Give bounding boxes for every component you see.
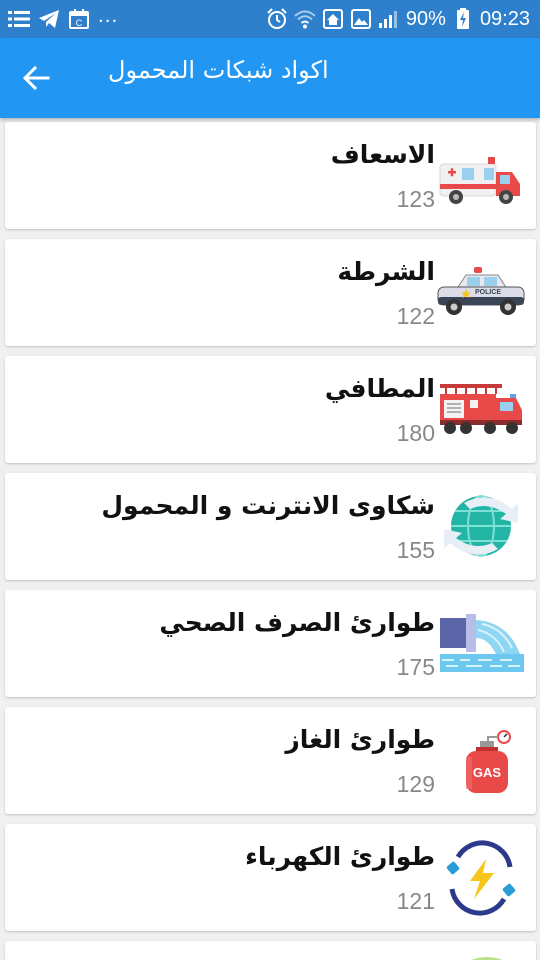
battery-charging-icon [452,8,474,30]
item-code: 180 [396,420,435,446]
app-bar: اكواد شبكات المحمول [0,38,540,118]
item-name: المطافي [324,374,435,403]
electricity-icon [446,840,516,916]
item-name: طوارئ الكهرباء [245,842,435,871]
page-title: اكواد شبكات المحمول [108,56,329,84]
menu-list-icon [8,8,30,30]
item-code: 122 [396,303,435,329]
status-bar: C ... 90% 09:23 [0,0,540,38]
item-name: الاسعاف [330,140,435,169]
police-car-icon: POLICE [437,267,525,315]
item-code: 155 [396,537,435,563]
calendar-icon: C [68,8,90,30]
gas-cylinder-icon: GAS [466,730,511,793]
list-item-partial[interactable] [5,941,536,960]
list-item-gas-emergency[interactable]: GAS طوارئ الغاز 129 [5,707,536,814]
alarm-icon [266,8,288,30]
system-icons: 90% 09:23 [266,6,530,32]
gallery-icon [350,8,372,30]
svg-text:POLICE: POLICE [475,289,501,296]
wifi-icon [294,8,316,30]
telegram-icon [38,8,60,30]
home-icon [322,8,344,30]
fire-truck-icon [440,384,522,434]
arrow-back-icon [22,65,50,91]
notification-icons: C ... [8,6,118,32]
next-item-icon [471,957,503,960]
item-code: 129 [396,771,435,797]
item-name: طوارئ الغاز [285,725,435,754]
signal-icon [378,8,400,30]
more-notifications-indicator: ... [98,5,119,27]
sewer-pipe-icon [440,614,524,672]
item-code: 175 [396,654,435,680]
list-item-sewage-emergency[interactable]: طوارئ الصرف الصحي 175 [5,590,536,697]
battery-percent: 90% [405,7,446,30]
list-item-ambulance[interactable]: الاسعاف 123 [5,122,536,229]
back-button[interactable] [16,58,56,98]
clock: 09:23 [479,7,530,30]
item-name: الشرطة [337,257,435,286]
svg-text:GAS: GAS [473,765,502,780]
list-item-internet-complaints[interactable]: شكاوى الانترنت و المحمول 155 [5,473,536,580]
list-item-electricity-emergency[interactable]: طوارئ الكهرباء 121 [5,824,536,931]
item-name: شكاوى الانترنت و المحمول [101,491,435,520]
svg-text:C: C [76,18,83,28]
item-code: 123 [396,186,435,212]
list-item-police[interactable]: POLICE الشرطة 122 [5,239,536,346]
list-item-fire-department[interactable]: المطافي 180 [5,356,536,463]
globe-sync-icon [444,495,518,557]
item-code: 121 [396,888,435,914]
ambulance-icon [439,157,520,204]
item-name: طوارئ الصرف الصحي [159,608,435,637]
